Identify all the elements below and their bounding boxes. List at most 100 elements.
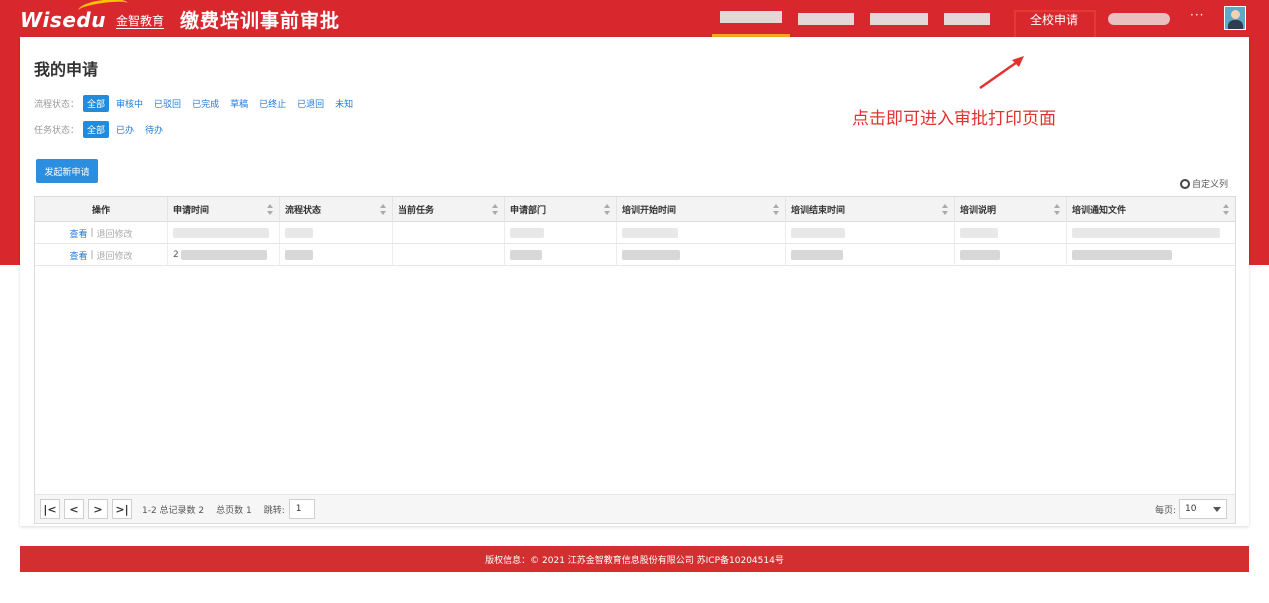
task-status-filter: 任务状态： 全部 已办 待办 (34, 121, 170, 138)
cell-description (955, 222, 1067, 244)
gear-icon (1180, 178, 1190, 189)
page: Wisedu 金智教育 缴费培训事前审批 全校申请 ··· 我的申请 流程状态：… (0, 0, 1269, 603)
flow-status-label: 流程状态： (34, 100, 80, 110)
column-header-end-time[interactable]: 培训结束时间 (786, 197, 955, 222)
cell-start-time (617, 222, 786, 244)
cell-current-task (393, 222, 505, 244)
flow-status-terminated[interactable]: 已终止 (255, 95, 290, 112)
table-row: 查看 | 退回修改 (35, 222, 1235, 244)
return-modify-link[interactable]: 退回修改 (97, 249, 133, 262)
row-actions: 查看 | 退回修改 (35, 244, 168, 266)
cell-description (955, 244, 1067, 266)
sort-icon[interactable] (380, 204, 386, 215)
main-card: 我的申请 流程状态： 全部 审核中 已驳回 已完成 草稿 已终止 已退回 未知 … (20, 37, 1249, 526)
per-page-control: 每页: 10 (1155, 499, 1227, 519)
per-page-select[interactable]: 10 (1179, 499, 1227, 519)
cell-end-time (786, 222, 955, 244)
cell-notice-file[interactable] (1067, 222, 1235, 244)
task-status-todo[interactable]: 待办 (141, 121, 167, 138)
custom-columns-label: 自定义列 (1192, 180, 1229, 190)
cell-apply-time (168, 222, 280, 244)
chevron-down-icon (1213, 506, 1221, 512)
column-header-ops: 操作 (35, 197, 168, 222)
flow-status-reviewing[interactable]: 审核中 (112, 95, 147, 112)
cell-flow-status (280, 244, 393, 266)
flow-status-returned[interactable]: 已退回 (293, 95, 328, 112)
cell-current-task (393, 244, 505, 266)
cell-flow-status (280, 222, 393, 244)
task-status-done[interactable]: 已办 (112, 121, 138, 138)
flow-status-unknown[interactable]: 未知 (331, 95, 357, 112)
flow-status-completed[interactable]: 已完成 (188, 95, 223, 112)
task-status-all[interactable]: 全部 (83, 121, 110, 138)
cell-end-time (786, 244, 955, 266)
action-separator: | (90, 228, 94, 238)
table-header: 操作 申请时间 流程状态 当前任务 申请部门 培训开始时间 培训结束时间 培训说… (35, 197, 1235, 222)
view-link[interactable]: 查看 (69, 249, 87, 262)
avatar[interactable] (1224, 6, 1246, 30)
cell-notice-file[interactable] (1067, 244, 1235, 266)
sort-icon[interactable] (942, 204, 948, 215)
return-modify-link[interactable]: 退回修改 (97, 227, 133, 240)
sort-icon[interactable] (773, 204, 779, 215)
row-actions: 查看 | 退回修改 (35, 222, 168, 244)
last-page-button[interactable]: >| (112, 499, 132, 519)
sort-icon[interactable] (604, 204, 610, 215)
footer: 版权信息：© 2021 江苏金智教育信息股份有限公司 苏ICP备10204514… (20, 546, 1249, 572)
task-status-label: 任务状态： (34, 126, 80, 136)
nav-item-2[interactable] (790, 0, 862, 37)
column-header-start-time[interactable]: 培训开始时间 (617, 197, 786, 222)
pagination-bar: |< < > >| 1-2 总记录数 2 总页数 1 跳转: 1 每页: 10 (35, 494, 1235, 523)
column-header-description[interactable]: 培训说明 (955, 197, 1067, 222)
jump-page-input[interactable]: 1 (288, 499, 315, 519)
table-row: 查看 | 退回修改 2 (35, 244, 1235, 266)
cell-department (505, 244, 617, 266)
flow-status-rejected[interactable]: 已驳回 (150, 95, 185, 112)
column-header-department[interactable]: 申请部门 (505, 197, 617, 222)
view-link[interactable]: 查看 (69, 227, 87, 240)
sort-icon[interactable] (267, 204, 273, 215)
jump-label: 跳转: (263, 505, 285, 516)
logo[interactable]: Wisedu 金智教育 (20, 0, 164, 32)
avatar-body (1228, 20, 1243, 29)
redacted-text (870, 12, 928, 25)
sort-icon[interactable] (492, 204, 498, 215)
nav-item-school-apply[interactable]: 全校申请 (1030, 11, 1078, 28)
applications-table: 操作 申请时间 流程状态 当前任务 申请部门 培训开始时间 培训结束时间 培训说… (34, 196, 1236, 524)
avatar-head (1231, 10, 1240, 19)
brand-subtitle: 金智教育 (115, 14, 164, 29)
column-header-notice-file[interactable]: 培训通知文件 (1067, 197, 1235, 222)
top-bar: Wisedu 金智教育 缴费培训事前审批 全校申请 ··· (0, 0, 1269, 48)
custom-columns-button[interactable]: 自定义列 (1180, 177, 1228, 190)
cell-apply-time: 2 (168, 244, 280, 266)
flow-status-all[interactable]: 全部 (83, 95, 110, 112)
first-page-button[interactable]: |< (40, 499, 60, 519)
per-page-label: 每页: (1154, 505, 1176, 516)
app-title: 缴费培训事前审批 (180, 10, 341, 32)
redacted-text (944, 12, 990, 25)
nav-item-1[interactable] (712, 0, 790, 37)
column-header-current-task[interactable]: 当前任务 (393, 197, 505, 222)
total-pages: 总页数 1 (216, 505, 252, 516)
sort-icon[interactable] (1054, 204, 1060, 215)
per-page-value: 10 (1185, 504, 1197, 514)
column-header-flow-status[interactable]: 流程状态 (280, 197, 393, 222)
user-name-redacted[interactable] (1108, 13, 1170, 25)
nav-item-3[interactable] (862, 0, 936, 37)
cell-start-time (617, 244, 786, 266)
annotation-arrow-icon (979, 56, 1024, 90)
redacted-text (798, 12, 854, 25)
record-summary: 1-2 总记录数 2 (142, 505, 205, 516)
more-icon[interactable]: ··· (1190, 8, 1204, 22)
next-page-button[interactable]: > (88, 499, 108, 519)
flow-status-draft[interactable]: 草稿 (226, 95, 252, 112)
top-nav (712, 0, 998, 37)
nav-item-4[interactable] (936, 0, 998, 37)
action-separator: | (90, 250, 94, 260)
annotation-text: 点击即可进入审批打印页面 (852, 109, 1056, 129)
new-apply-button[interactable]: 发起新申请 (36, 159, 98, 183)
redacted-text (720, 11, 782, 23)
sort-icon[interactable] (1223, 204, 1229, 215)
prev-page-button[interactable]: < (64, 499, 84, 519)
column-header-apply-time[interactable]: 申请时间 (168, 197, 280, 222)
